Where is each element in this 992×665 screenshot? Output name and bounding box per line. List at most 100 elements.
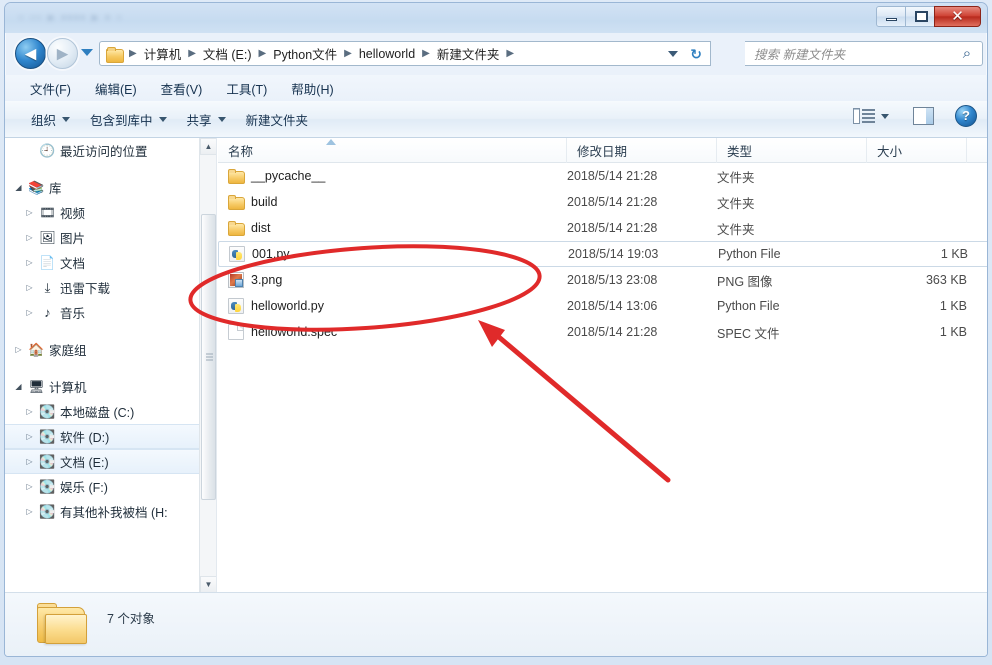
- breadcrumb-separator: ▶: [188, 48, 196, 59]
- expander-icon[interactable]: ▷: [22, 283, 37, 292]
- close-icon: ✕: [951, 8, 964, 25]
- menu-file[interactable]: 文件(F): [19, 76, 82, 101]
- search-icon: ⌕: [962, 45, 972, 62]
- change-view-icon[interactable]: [851, 105, 877, 127]
- cell-name: dist: [218, 220, 567, 236]
- cell-size: 1 KB: [939, 299, 967, 313]
- file-name-label: dist: [251, 221, 271, 235]
- menu-view[interactable]: 查看(V): [150, 76, 214, 101]
- sidebar-item-6[interactable]: ▷ ♪ 音乐: [5, 300, 216, 325]
- organize-button[interactable]: 组织: [21, 105, 80, 134]
- music-icon: ♪: [44, 305, 51, 320]
- sidebar-item-11[interactable]: ▷ 💽 文档 (E:): [5, 449, 216, 474]
- maximize-button[interactable]: [905, 6, 935, 27]
- item-count-label: 7 个对象: [107, 612, 155, 626]
- forward-arrow-icon: ▶: [56, 45, 69, 62]
- sidebar-item-12[interactable]: ▷ 💽 娱乐 (F:): [5, 474, 216, 499]
- homegroup-icon: 🏠: [28, 342, 45, 357]
- scrollbar-grip-icon: [206, 353, 213, 361]
- breadcrumb-python-folder[interactable]: Python文件: [270, 42, 340, 65]
- address-bar[interactable]: ▶ 计算机 ▶ 文档 (E:) ▶ Python文件 ▶ helloworld …: [99, 41, 711, 66]
- cell-modified: 2018/5/13 23:08: [567, 273, 658, 287]
- cell-modified: 2018/5/14 21:28: [567, 195, 658, 209]
- sidebar-item-2[interactable]: ▷ 🎞 视频: [5, 200, 216, 225]
- expander-icon[interactable]: ▷: [22, 407, 37, 416]
- sidebar-item-8[interactable]: ◢ 🖥 计算机: [5, 374, 216, 399]
- cell-name: 3.png: [218, 272, 567, 288]
- preview-pane-frame: [913, 107, 934, 125]
- share-button[interactable]: 共享: [177, 105, 236, 134]
- recent-pages-dropdown-icon[interactable]: [81, 49, 93, 56]
- breadcrumb-helloworld[interactable]: helloworld: [356, 45, 418, 63]
- cell-name: 001.py: [219, 246, 568, 262]
- view-chevron-down-icon[interactable]: [881, 113, 889, 119]
- search-input[interactable]: 搜索 新建文件夹: [745, 44, 952, 63]
- sidebar-item-7[interactable]: ▷ 🏠 家庭组: [5, 337, 216, 362]
- column-header-modified[interactable]: 修改日期: [567, 138, 717, 163]
- menu-help[interactable]: 帮助(H): [280, 76, 344, 101]
- column-header-name[interactable]: 名称: [218, 138, 567, 163]
- computer-icon: 🖥: [28, 379, 45, 394]
- close-button[interactable]: ✕: [934, 6, 981, 27]
- table-row[interactable]: __pycache__ 2018/5/14 21:28 文件夹: [218, 163, 987, 189]
- breadcrumb-computer[interactable]: 计算机: [141, 42, 185, 65]
- back-button[interactable]: ◀: [15, 38, 46, 69]
- expander-icon[interactable]: ▷: [22, 308, 37, 317]
- sidebar-item-4[interactable]: ▷ 📄 文档: [5, 250, 216, 275]
- cell-name: helloworld.spec: [218, 324, 567, 340]
- expander-icon[interactable]: ▷: [22, 258, 37, 267]
- sidebar-item-5[interactable]: ▷ ⤓ 迅雷下载: [5, 275, 216, 300]
- table-row[interactable]: 3.png 2018/5/13 23:08 PNG 图像 363 KB: [218, 267, 987, 293]
- expander-icon[interactable]: ▷: [22, 233, 37, 242]
- expander-icon[interactable]: ▷: [22, 208, 37, 217]
- column-header-size[interactable]: 大小: [867, 138, 967, 163]
- expander-icon[interactable]: ▷: [11, 345, 26, 354]
- scrollbar-thumb[interactable]: [201, 214, 216, 500]
- cell-size: 1 KB: [940, 247, 968, 261]
- cell-modified: 2018/5/14 13:06: [567, 299, 658, 313]
- menu-tools[interactable]: 工具(T): [215, 76, 278, 101]
- new-folder-button[interactable]: 新建文件夹: [236, 105, 319, 134]
- expander-icon[interactable]: ▷: [22, 482, 37, 491]
- new-folder-label: 新建文件夹: [245, 113, 309, 128]
- table-row[interactable]: build 2018/5/14 21:28 文件夹: [218, 189, 987, 215]
- sidebar-item-1[interactable]: ◢ 📚 库: [5, 175, 216, 200]
- search-box[interactable]: 搜索 新建文件夹 ⌕: [745, 41, 983, 66]
- cell-modified: 2018/5/14 21:28: [567, 325, 658, 339]
- table-row[interactable]: helloworld.spec 2018/5/14 21:28 SPEC 文件 1 K…: [218, 319, 987, 345]
- scroll-down-button[interactable]: ▼: [200, 576, 216, 593]
- folder-icon: [228, 220, 245, 236]
- table-row[interactable]: helloworld.py 2018/5/14 13:06 Python File 1…: [218, 293, 987, 319]
- preview-pane-fill: [926, 108, 933, 124]
- include-in-library-button[interactable]: 包含到库中: [80, 105, 177, 134]
- minimize-button[interactable]: [876, 6, 906, 27]
- expander-icon[interactable]: ◢: [11, 382, 26, 391]
- table-row[interactable]: 001.py 2018/5/14 19:03 Python File 1 KB: [218, 241, 987, 267]
- forward-button[interactable]: ▶: [47, 38, 78, 69]
- table-row[interactable]: dist 2018/5/14 21:28 文件夹: [218, 215, 987, 241]
- sidebar-item-13[interactable]: ▷ 💽 有其他补我被档 (H:: [5, 499, 216, 524]
- breadcrumb-drive-e[interactable]: 文档 (E:): [200, 42, 255, 65]
- expander-icon[interactable]: ▷: [22, 457, 37, 466]
- breadcrumb-new-folder[interactable]: 新建文件夹: [434, 42, 503, 65]
- window-controls: ✕: [876, 6, 981, 28]
- sidebar-item-label: 库: [49, 182, 62, 196]
- column-header-type[interactable]: 类型: [717, 138, 867, 163]
- expander-icon[interactable]: ▷: [22, 432, 37, 441]
- expander-icon[interactable]: ▷: [22, 507, 37, 516]
- navigation-scrollbar[interactable]: ▲ ▼: [199, 138, 216, 593]
- preview-pane-icon[interactable]: [909, 105, 937, 127]
- sidebar-item-10[interactable]: ▷ 💽 软件 (D:): [5, 424, 216, 449]
- refresh-icon[interactable]: ↻: [690, 46, 702, 63]
- menu-edit[interactable]: 编辑(E): [84, 76, 148, 101]
- pictures-icon: 🖼: [39, 230, 56, 245]
- libraries-icon: 📚: [28, 180, 45, 195]
- sidebar-item-3[interactable]: ▷ 🖼 图片: [5, 225, 216, 250]
- expander-icon[interactable]: ◢: [11, 183, 26, 192]
- scroll-up-button[interactable]: ▲: [200, 138, 216, 155]
- cell-type: 文件夹: [717, 222, 755, 237]
- sidebar-item-0[interactable]: 🕘 最近访问的位置: [5, 138, 216, 163]
- address-dropdown-icon[interactable]: [668, 51, 678, 57]
- sidebar-item-9[interactable]: ▷ 💽 本地磁盘 (C:): [5, 399, 216, 424]
- help-icon[interactable]: ?: [955, 105, 977, 127]
